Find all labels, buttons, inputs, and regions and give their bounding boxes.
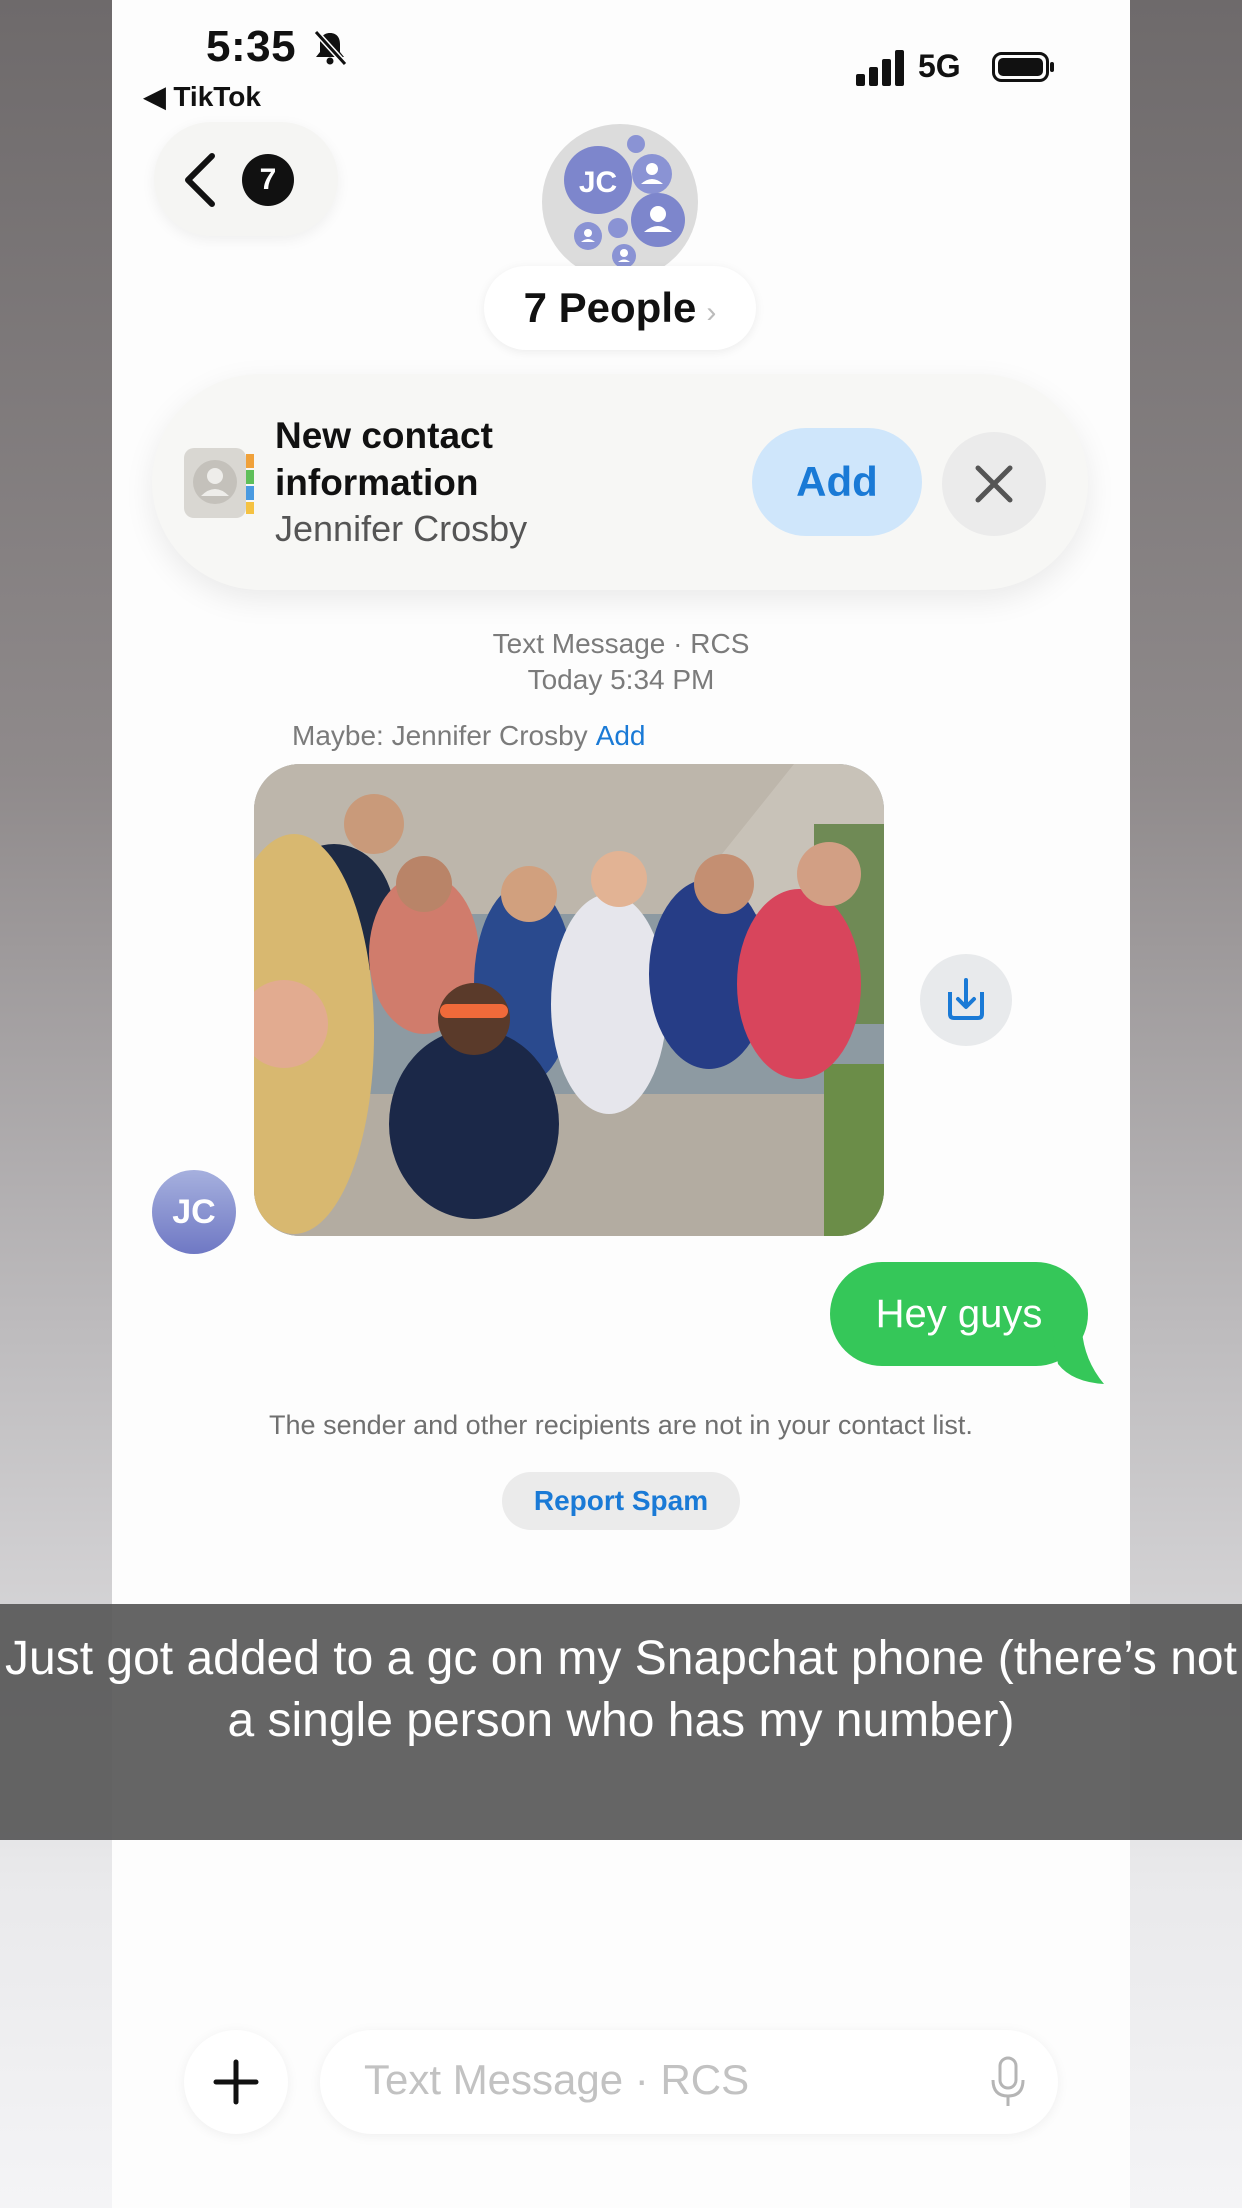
unread-count-badge: 7 bbox=[242, 154, 294, 206]
sent-message-bubble[interactable]: Hey guys bbox=[830, 1262, 1088, 1366]
bubble-tail bbox=[1052, 1330, 1104, 1384]
report-spam-button[interactable]: Report Spam bbox=[502, 1472, 740, 1530]
network-type: 5G bbox=[918, 48, 961, 84]
service-label: Text Message · RCS bbox=[492, 628, 750, 659]
message-input-placeholder: Text Message · RCS bbox=[364, 2056, 750, 2103]
group-title-button[interactable]: 7 People › bbox=[484, 266, 756, 350]
signal-icon bbox=[856, 50, 904, 86]
received-photo[interactable] bbox=[254, 764, 884, 1236]
maybe-sender-row: Maybe: Jennifer Crosby Add bbox=[292, 720, 646, 752]
group-avatar-cluster: JC bbox=[564, 135, 685, 268]
battery-icon bbox=[992, 52, 1054, 82]
microphone-icon[interactable] bbox=[988, 2054, 1028, 2110]
maybe-add-link[interactable]: Add bbox=[596, 720, 646, 751]
contacts-app-icon bbox=[184, 448, 254, 518]
add-contact-button[interactable]: Add bbox=[752, 428, 922, 536]
save-photo-icon bbox=[948, 978, 984, 1020]
group-avatar-initials: JC bbox=[579, 166, 617, 199]
add-attachment-button[interactable] bbox=[184, 2030, 288, 2134]
sender-avatar[interactable]: JC bbox=[152, 1170, 236, 1254]
save-photo-button[interactable] bbox=[920, 954, 1012, 1046]
chevron-right-icon: › bbox=[706, 296, 717, 329]
group-photo-image bbox=[254, 764, 884, 1236]
maybe-sender-label: Maybe: Jennifer Crosby bbox=[292, 720, 588, 751]
group-avatar[interactable]: JC bbox=[542, 124, 698, 280]
back-chevron-icon bbox=[185, 153, 215, 207]
message-timestamp: Today 5:34 PM bbox=[527, 664, 715, 695]
dismiss-card-button[interactable] bbox=[942, 432, 1046, 536]
video-caption-overlay: Just got added to a gc on my Snapchat ph… bbox=[0, 1604, 1242, 1840]
back-to-app-link[interactable]: ◀ TikTok bbox=[144, 80, 261, 113]
close-icon bbox=[975, 465, 1013, 503]
bell-slash-icon bbox=[313, 29, 348, 67]
messages-screen: 5:35 ◀ TikTok 5G 7 JC 7 People › New con… bbox=[112, 0, 1130, 2208]
plus-icon bbox=[213, 2059, 259, 2105]
contact-card-name: Jennifer Crosby bbox=[275, 508, 528, 549]
contact-card-title: New contact information bbox=[275, 415, 493, 503]
unknown-sender-notice: The sender and other recipients are not … bbox=[269, 1410, 973, 1440]
group-title: 7 People bbox=[523, 284, 697, 331]
status-time: 5:35 bbox=[206, 22, 297, 71]
